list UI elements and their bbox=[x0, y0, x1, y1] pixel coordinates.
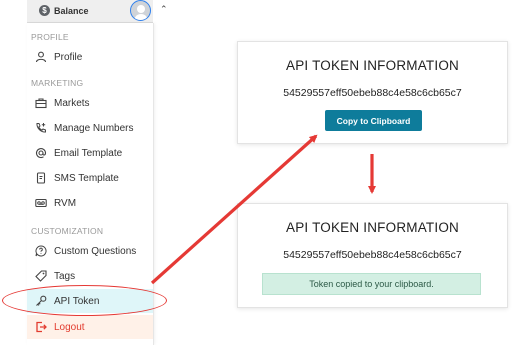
balance-label: Balance bbox=[54, 5, 89, 16]
api-token-card-after: API TOKEN INFORMATION 54529557eff50ebeb8… bbox=[237, 203, 508, 308]
menu-item-profile[interactable]: Profile bbox=[27, 45, 153, 69]
chevron-up-icon[interactable]: ⌃ bbox=[160, 4, 168, 15]
api-token-value: 54529557eff50ebeb88c4e58c6cb65c7 bbox=[283, 249, 462, 261]
menu-item-tags[interactable]: Tags bbox=[27, 264, 153, 288]
card-title: API TOKEN INFORMATION bbox=[286, 58, 459, 73]
avatar[interactable] bbox=[130, 0, 151, 21]
at-icon bbox=[34, 146, 48, 160]
copy-to-clipboard-button[interactable]: Copy to Clipboard bbox=[325, 110, 422, 131]
account-bar: $ Balance ⌃ bbox=[27, 0, 168, 23]
account-dropdown-menu: PROFILE Profile MARKETING Markets Manage… bbox=[27, 23, 154, 345]
menu-item-api-token[interactable]: API Token bbox=[27, 289, 153, 313]
message-icon bbox=[34, 171, 48, 185]
api-token-card-before: API TOKEN INFORMATION 54529557eff50ebeb8… bbox=[237, 41, 508, 144]
menu-item-markets[interactable]: Markets bbox=[27, 91, 153, 115]
voicemail-icon bbox=[34, 196, 48, 210]
menu-item-label: Tags bbox=[54, 270, 76, 282]
key-icon bbox=[34, 294, 48, 308]
menu-item-label: RVM bbox=[54, 197, 77, 209]
section-customization: CUSTOMIZATION bbox=[31, 226, 104, 236]
menu-item-manage-numbers[interactable]: Manage Numbers bbox=[27, 116, 153, 140]
phone-plus-icon bbox=[34, 121, 48, 135]
menu-item-email-template[interactable]: Email Template bbox=[27, 141, 153, 165]
briefcase-icon bbox=[34, 96, 48, 110]
menu-item-sms-template[interactable]: SMS Template bbox=[27, 166, 153, 190]
menu-item-label: Manage Numbers bbox=[54, 122, 134, 134]
dollar-coin-icon: $ bbox=[39, 5, 50, 16]
balance-button[interactable]: $ Balance bbox=[39, 5, 89, 16]
section-profile: PROFILE bbox=[31, 32, 69, 42]
menu-item-label: API Token bbox=[54, 295, 100, 307]
menu-item-label: SMS Template bbox=[54, 172, 119, 184]
menu-item-label: Profile bbox=[54, 51, 83, 63]
logout-icon bbox=[34, 320, 48, 334]
menu-item-label: Logout bbox=[54, 321, 85, 333]
menu-item-logout[interactable]: Logout bbox=[27, 315, 153, 339]
section-marketing: MARKETING bbox=[31, 78, 84, 88]
menu-item-label: Markets bbox=[54, 97, 90, 109]
menu-item-custom-questions[interactable]: Custom Questions bbox=[27, 239, 153, 263]
api-token-value: 54529557eff50ebeb88c4e58c6cb65c7 bbox=[283, 87, 462, 99]
tag-icon bbox=[34, 269, 48, 283]
card-title: API TOKEN INFORMATION bbox=[286, 220, 459, 235]
menu-item-label: Custom Questions bbox=[54, 245, 137, 257]
question-icon bbox=[34, 244, 48, 258]
menu-item-rvm[interactable]: RVM bbox=[27, 191, 153, 215]
copied-success-message: Token copied to your clipboard. bbox=[262, 273, 481, 295]
user-icon bbox=[34, 50, 48, 64]
menu-item-label: Email Template bbox=[54, 147, 123, 159]
